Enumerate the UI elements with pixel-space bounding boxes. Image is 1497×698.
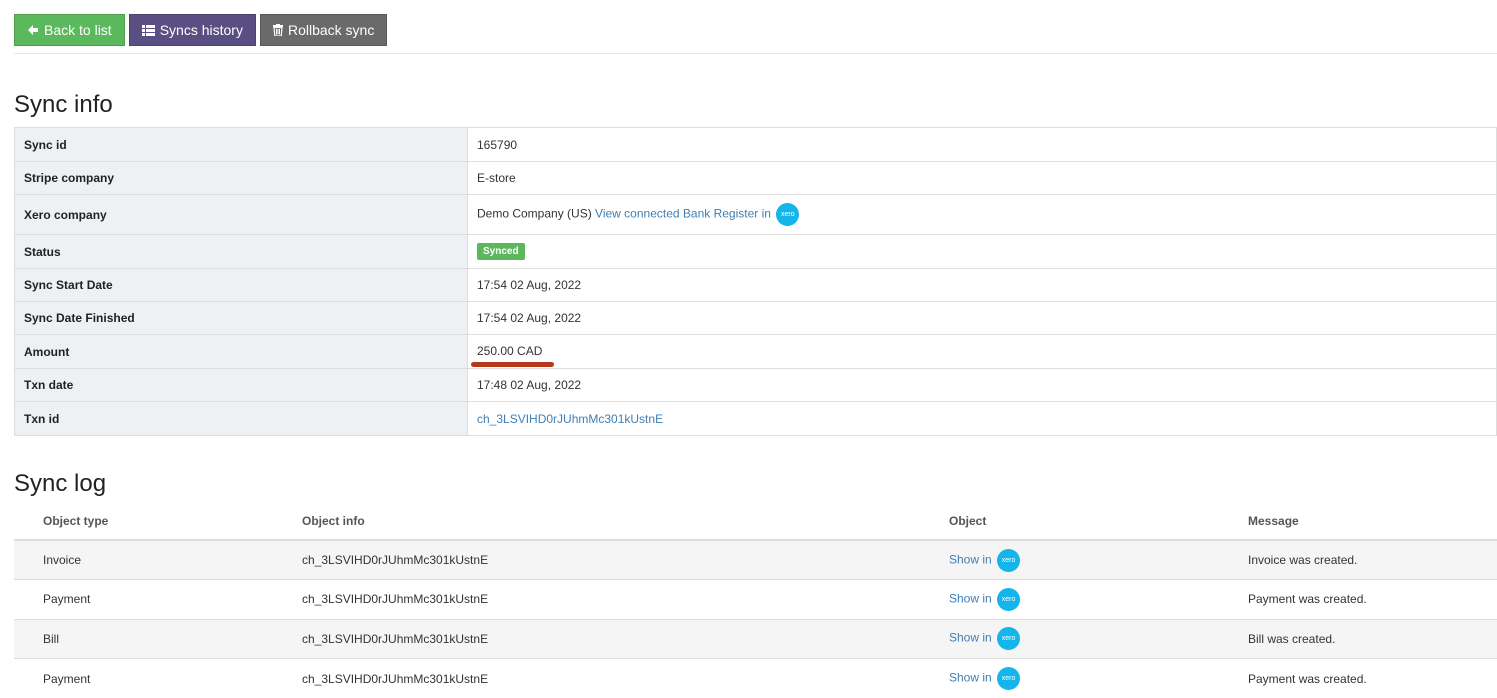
show-in-xero-link[interactable]: Show in	[949, 631, 992, 645]
object-type-cell: Payment	[14, 580, 302, 620]
info-value: ch_3LSVIHD0rJUhmMc301kUstnE	[468, 402, 1497, 436]
object-cell: Show in xero	[949, 619, 1248, 659]
info-key: Txn id	[15, 402, 468, 436]
xero-company-name: Demo Company (US)	[477, 207, 592, 221]
show-in-xero-link[interactable]: Show in	[949, 591, 992, 605]
status-badge: Synced	[477, 243, 525, 260]
info-value: 17:48 02 Aug, 2022	[468, 369, 1497, 402]
show-in-xero-link[interactable]: Show in	[949, 552, 992, 566]
syncs-history-button[interactable]: Syncs history	[129, 14, 256, 46]
info-row-sync-id: Sync id 165790	[15, 128, 1497, 162]
info-row-txn-id: Txn id ch_3LSVIHD0rJUhmMc301kUstnE	[15, 402, 1497, 436]
annotation-underline	[471, 362, 554, 367]
toolbar: Back to list Syncs history Rollback sync	[14, 14, 387, 46]
back-to-list-button[interactable]: Back to list	[14, 14, 125, 46]
message-cell: Payment was created.	[1248, 580, 1497, 620]
rollback-sync-button[interactable]: Rollback sync	[260, 14, 387, 46]
column-header-message: Message	[1248, 503, 1497, 540]
info-key: Status	[15, 235, 468, 269]
table-icon	[142, 25, 155, 36]
view-bank-register-label: View connected Bank Register in	[595, 207, 771, 221]
sync-info-table: Sync id 165790 Stripe company E-store Xe…	[14, 127, 1497, 436]
object-cell: Show in xero	[949, 580, 1248, 620]
show-in-xero-link[interactable]: Show in	[949, 671, 992, 685]
sync-log-table: Object type Object info Object Message I…	[14, 503, 1497, 698]
info-row-txn-date: Txn date 17:48 02 Aug, 2022	[15, 369, 1497, 402]
info-value: 17:54 02 Aug, 2022	[468, 302, 1497, 335]
xero-logo[interactable]: xero	[997, 588, 1020, 611]
object-cell: Show in xero	[949, 540, 1248, 580]
info-key: Sync Date Finished	[15, 302, 468, 335]
info-key: Amount	[15, 335, 468, 369]
info-row-status: Status Synced	[15, 235, 1497, 269]
divider	[14, 53, 1497, 54]
info-key: Stripe company	[15, 162, 468, 195]
info-row-amount: Amount 250.00 CAD	[15, 335, 1497, 369]
syncs-history-label: Syncs history	[160, 22, 243, 38]
column-header-object-info: Object info	[302, 503, 949, 540]
object-info-cell: ch_3LSVIHD0rJUhmMc301kUstnE	[302, 619, 949, 659]
object-cell: Show in xero	[949, 659, 1248, 698]
info-key: Sync id	[15, 128, 468, 162]
info-key: Sync Start Date	[15, 269, 468, 302]
message-cell: Invoice was created.	[1248, 540, 1497, 580]
xero-logo[interactable]: xero	[997, 667, 1020, 690]
view-bank-register-link[interactable]: View connected Bank Register in	[595, 207, 771, 221]
info-value: Demo Company (US) View connected Bank Re…	[468, 195, 1497, 235]
trash-icon	[273, 24, 283, 36]
info-key: Xero company	[15, 195, 468, 235]
column-header-object-type: Object type	[14, 503, 302, 540]
object-info-cell: ch_3LSVIHD0rJUhmMc301kUstnE	[302, 580, 949, 620]
sync-log-title: Sync log	[14, 470, 106, 498]
back-to-list-label: Back to list	[44, 22, 112, 38]
xero-logo[interactable]: xero	[997, 627, 1020, 650]
log-header-row: Object type Object info Object Message	[14, 503, 1497, 540]
object-type-cell: Invoice	[14, 540, 302, 580]
table-row: Payment ch_3LSVIHD0rJUhmMc301kUstnE Show…	[14, 580, 1497, 620]
column-header-object: Object	[949, 503, 1248, 540]
message-cell: Bill was created.	[1248, 619, 1497, 659]
info-row-xero-company: Xero company Demo Company (US) View conn…	[15, 195, 1497, 235]
table-row: Invoice ch_3LSVIHD0rJUhmMc301kUstnE Show…	[14, 540, 1497, 580]
object-type-cell: Bill	[14, 619, 302, 659]
info-row-finished-date: Sync Date Finished 17:54 02 Aug, 2022	[15, 302, 1497, 335]
info-value: Synced	[468, 235, 1497, 269]
object-type-cell: Payment	[14, 659, 302, 698]
xero-logo[interactable]: xero	[776, 203, 799, 226]
arrow-left-icon	[27, 24, 39, 36]
rollback-sync-label: Rollback sync	[288, 22, 374, 38]
table-row: Payment ch_3LSVIHD0rJUhmMc301kUstnE Show…	[14, 659, 1497, 698]
info-key: Txn date	[15, 369, 468, 402]
table-row: Bill ch_3LSVIHD0rJUhmMc301kUstnE Show in…	[14, 619, 1497, 659]
info-row-start-date: Sync Start Date 17:54 02 Aug, 2022	[15, 269, 1497, 302]
info-value: 17:54 02 Aug, 2022	[468, 269, 1497, 302]
info-value: 165790	[468, 128, 1497, 162]
info-row-stripe-company: Stripe company E-store	[15, 162, 1497, 195]
xero-logo[interactable]: xero	[997, 549, 1020, 572]
sync-info-title: Sync info	[14, 91, 113, 119]
object-info-cell: ch_3LSVIHD0rJUhmMc301kUstnE	[302, 540, 949, 580]
txn-id-link[interactable]: ch_3LSVIHD0rJUhmMc301kUstnE	[477, 412, 663, 426]
info-value: 250.00 CAD	[468, 335, 1497, 369]
info-value: E-store	[468, 162, 1497, 195]
message-cell: Payment was created.	[1248, 659, 1497, 698]
object-info-cell: ch_3LSVIHD0rJUhmMc301kUstnE	[302, 659, 949, 698]
